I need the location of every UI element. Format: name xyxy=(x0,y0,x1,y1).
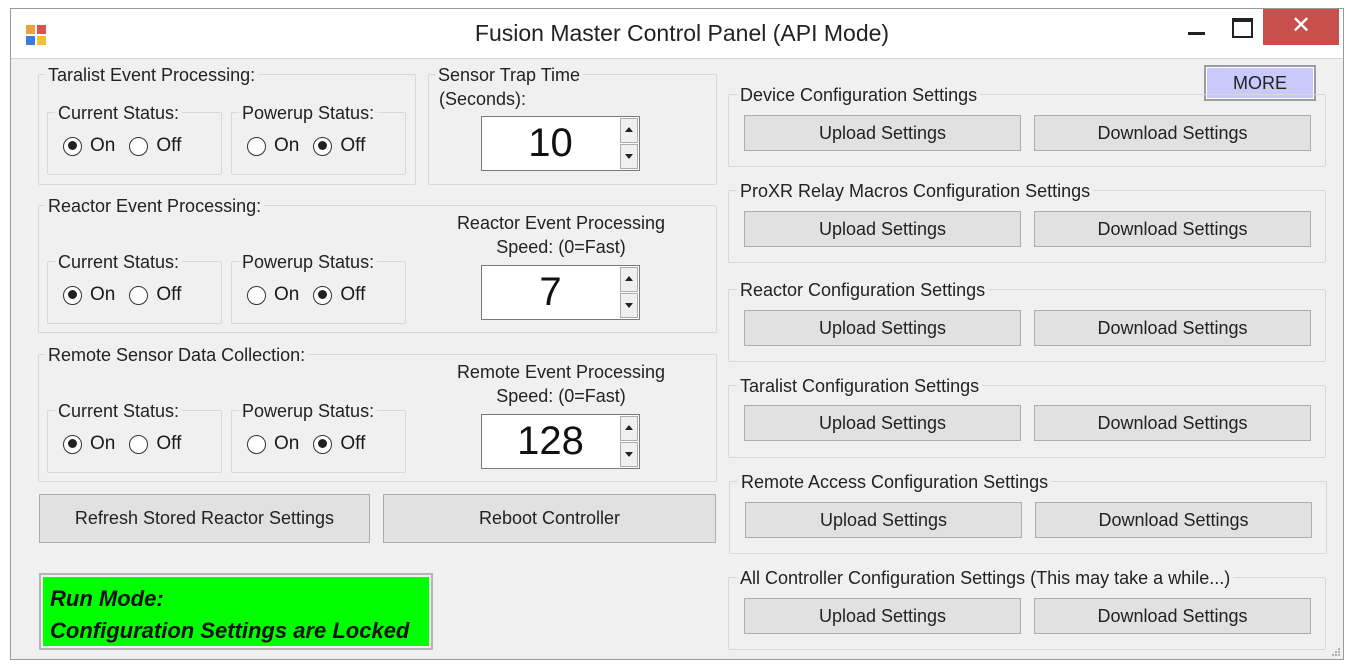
reactor-current-label: Current Status: xyxy=(55,252,183,273)
sensor-trap-value[interactable]: 10 xyxy=(482,117,619,170)
remote-powerup-radios: On Off xyxy=(247,433,379,455)
main-window: Fusion Master Control Panel (API Mode) ✕… xyxy=(10,8,1344,660)
all-controller-download-button[interactable]: Download Settings xyxy=(1034,598,1311,634)
spin-down-icon[interactable] xyxy=(620,144,638,169)
reactor-powerup-radios: On Off xyxy=(247,284,379,306)
resize-grip-icon[interactable] xyxy=(1329,645,1341,657)
minimize-button[interactable] xyxy=(1176,9,1216,45)
reactor-speed-label-line1: Reactor Event Processing xyxy=(456,213,666,233)
reactor-powerup-label: Powerup Status: xyxy=(239,252,378,273)
remote-powerup-on-radio[interactable]: On xyxy=(247,433,299,455)
remote-current-radios: On Off xyxy=(63,433,195,455)
close-icon: ✕ xyxy=(1290,12,1312,39)
taralist-current-radios: On Off xyxy=(63,135,195,157)
reactor-current-off-radio[interactable]: Off xyxy=(129,284,181,306)
remote-access-config-title: Remote Access Configuration Settings xyxy=(738,472,1052,493)
run-mode-indicator: Run Mode: Configuration Settings are Loc… xyxy=(39,573,433,650)
remote-speed-label-line2: Speed: (0=Fast) xyxy=(496,386,626,406)
remote-access-download-button[interactable]: Download Settings xyxy=(1035,502,1312,538)
maximize-button[interactable] xyxy=(1221,9,1261,45)
radio-checked-icon xyxy=(63,434,82,454)
reboot-controller-button[interactable]: Reboot Controller xyxy=(383,494,716,543)
taralist-powerup-label: Powerup Status: xyxy=(239,103,378,124)
remote-access-upload-button[interactable]: Upload Settings xyxy=(745,502,1022,538)
reactor-powerup-off-radio[interactable]: Off xyxy=(313,284,365,306)
spin-up-icon[interactable] xyxy=(620,416,638,441)
proxr-upload-button[interactable]: Upload Settings xyxy=(744,211,1021,247)
proxr-config-title: ProXR Relay Macros Configuration Setting… xyxy=(737,181,1094,202)
spin-up-icon[interactable] xyxy=(620,118,638,143)
window-title: Fusion Master Control Panel (API Mode) xyxy=(474,20,890,46)
taralist-current-on-radio[interactable]: On xyxy=(63,135,115,157)
radio-unchecked-icon xyxy=(129,285,149,305)
taralist-powerup-off-radio[interactable]: Off xyxy=(313,135,365,157)
reactor-config-title: Reactor Configuration Settings xyxy=(737,280,989,301)
reactor-download-button[interactable]: Download Settings xyxy=(1034,310,1311,346)
run-mode-panel: Run Mode: Configuration Settings are Loc… xyxy=(43,577,429,646)
remote-speed-label-line1: Remote Event Processing xyxy=(456,362,666,382)
reactor-powerup-on-radio[interactable]: On xyxy=(247,284,299,306)
proxr-download-button[interactable]: Download Settings xyxy=(1034,211,1311,247)
all-controller-upload-button[interactable]: Upload Settings xyxy=(744,598,1021,634)
reactor-legend: Reactor Event Processing: xyxy=(45,196,265,217)
taralist-download-button[interactable]: Download Settings xyxy=(1034,405,1311,441)
radio-unchecked-icon xyxy=(247,434,266,454)
title-bar: Fusion Master Control Panel (API Mode) ✕ xyxy=(11,9,1343,59)
radio-checked-icon xyxy=(63,285,82,305)
device-config-title: Device Configuration Settings xyxy=(737,85,981,106)
remote-speed-stepper[interactable]: 128 xyxy=(481,414,640,469)
close-button[interactable]: ✕ xyxy=(1263,9,1339,45)
device-upload-button[interactable]: Upload Settings xyxy=(744,115,1021,151)
run-mode-title: Run Mode: xyxy=(50,586,164,611)
sensor-trap-stepper[interactable]: 10 xyxy=(481,116,640,171)
remote-current-on-radio[interactable]: On xyxy=(63,433,115,455)
reactor-speed-label-line2: Speed: (0=Fast) xyxy=(496,237,626,257)
all-controller-config-title: All Controller Configuration Settings (T… xyxy=(737,568,1234,589)
radio-unchecked-icon xyxy=(129,136,149,156)
remote-legend: Remote Sensor Data Collection: xyxy=(45,345,309,366)
taralist-current-off-radio[interactable]: Off xyxy=(129,135,181,157)
sensor-trap-label-line1: Sensor Trap Time xyxy=(435,65,584,86)
taralist-legend: Taralist Event Processing: xyxy=(45,65,259,86)
device-download-button[interactable]: Download Settings xyxy=(1034,115,1311,151)
radio-unchecked-icon xyxy=(247,136,266,156)
radio-checked-icon xyxy=(63,136,82,156)
taralist-powerup-on-radio[interactable]: On xyxy=(247,135,299,157)
reactor-current-radios: On Off xyxy=(63,284,195,306)
refresh-reactor-settings-button[interactable]: Refresh Stored Reactor Settings xyxy=(39,494,370,543)
radio-checked-icon xyxy=(313,136,333,156)
sensor-trap-label-line2: (Seconds): xyxy=(439,89,527,109)
radio-unchecked-icon xyxy=(247,285,266,305)
spin-up-icon[interactable] xyxy=(620,267,638,292)
taralist-upload-button[interactable]: Upload Settings xyxy=(744,405,1021,441)
reactor-speed-stepper[interactable]: 7 xyxy=(481,265,640,320)
reactor-speed-value[interactable]: 7 xyxy=(482,266,619,319)
run-mode-status: Configuration Settings are Locked xyxy=(50,618,410,643)
reactor-current-on-radio[interactable]: On xyxy=(63,284,115,306)
remote-current-label: Current Status: xyxy=(55,401,183,422)
spin-down-icon[interactable] xyxy=(620,293,638,318)
remote-speed-value[interactable]: 128 xyxy=(482,415,619,468)
radio-unchecked-icon xyxy=(129,434,149,454)
reactor-upload-button[interactable]: Upload Settings xyxy=(744,310,1021,346)
taralist-config-title: Taralist Configuration Settings xyxy=(737,376,983,397)
radio-checked-icon xyxy=(313,434,333,454)
remote-current-off-radio[interactable]: Off xyxy=(129,433,181,455)
taralist-current-label: Current Status: xyxy=(55,103,183,124)
remote-powerup-label: Powerup Status: xyxy=(239,401,378,422)
taralist-powerup-radios: On Off xyxy=(247,135,379,157)
remote-powerup-off-radio[interactable]: Off xyxy=(313,433,365,455)
radio-checked-icon xyxy=(313,285,333,305)
spin-down-icon[interactable] xyxy=(620,442,638,467)
